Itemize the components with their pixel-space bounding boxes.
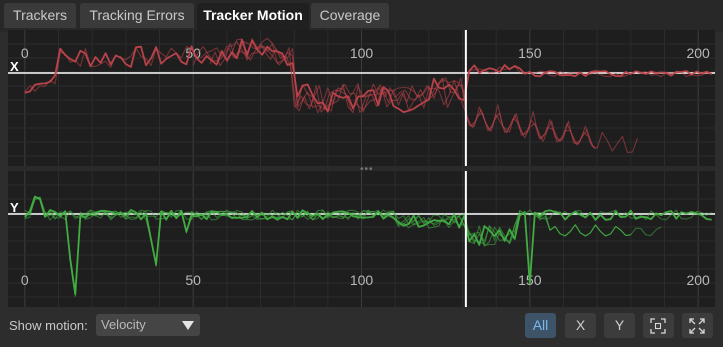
x-graph-canvas[interactable]: 0 50 100 150 200 X <box>8 30 715 166</box>
show-motion-dropdown[interactable]: Velocity <box>96 314 200 336</box>
x-motion-graph[interactable]: 0 50 100 150 200 X <box>8 30 715 166</box>
frame-tick-label: 0 <box>21 45 29 61</box>
tab-tracker-motion[interactable]: Tracker Motion <box>197 3 309 30</box>
tab-coverage[interactable]: Coverage <box>311 3 389 28</box>
x-axis-letter: X <box>10 59 19 74</box>
chevron-down-icon <box>182 321 194 330</box>
filter-x-button[interactable]: X <box>565 313 596 338</box>
frame-selection-button[interactable] <box>643 313 674 338</box>
tab-trackers[interactable]: Trackers <box>4 3 76 28</box>
frame-tick-label: 100 <box>350 45 374 61</box>
frame-tick-label: 150 <box>518 45 542 61</box>
expand-icon <box>689 318 705 334</box>
frame-tick-label: 200 <box>686 45 710 61</box>
tracker-motion-curve[interactable] <box>24 196 712 245</box>
tracker-motion-window: Trackers Tracking Errors Tracker Motion … <box>0 0 723 347</box>
frame-tick-label: 0 <box>21 272 29 288</box>
frame-selection-icon <box>650 318 666 334</box>
frame-tick-label: 100 <box>350 272 374 288</box>
tab-tracking-errors[interactable]: Tracking Errors <box>80 3 194 28</box>
y-graph-canvas[interactable]: 0 50 100 150 200 Y <box>8 171 715 307</box>
frame-tick-label: 200 <box>686 272 710 288</box>
show-motion-value: Velocity <box>101 317 146 332</box>
y-motion-graph[interactable]: 0 50 100 150 200 Y <box>8 171 715 307</box>
y-axis-letter: Y <box>10 200 19 215</box>
tab-bar: Trackers Tracking Errors Tracker Motion … <box>0 0 723 32</box>
show-motion-label: Show motion: <box>9 318 88 333</box>
filter-all-button[interactable]: All <box>525 313 556 338</box>
bottom-toolbar: Show motion: Velocity All X Y <box>0 308 723 347</box>
filter-y-button[interactable]: Y <box>604 313 635 338</box>
expand-button[interactable] <box>682 313 713 338</box>
frame-tick-label: 50 <box>185 272 201 288</box>
